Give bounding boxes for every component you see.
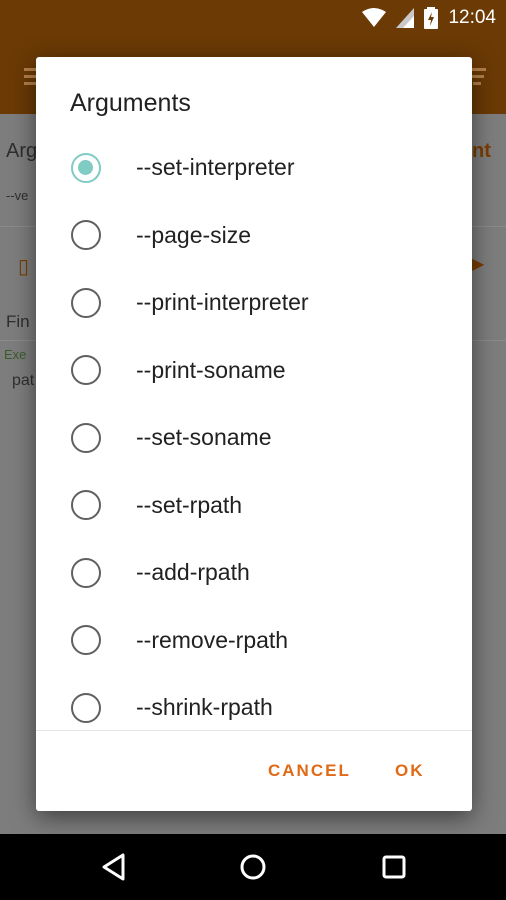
option-label: --page-size (136, 221, 252, 248)
option-label: --set-soname (136, 424, 272, 451)
status-time: 12:04 (448, 7, 496, 28)
wifi-icon (362, 8, 387, 27)
option-add-rpath[interactable]: --add-rpath (36, 539, 472, 607)
bg-label: Arg (6, 140, 38, 162)
signal-icon (396, 8, 415, 28)
option-label: --add-rpath (136, 559, 250, 586)
bg-play-icon: ▶ (472, 256, 485, 273)
option-print-interpreter[interactable]: --print-interpreter (36, 269, 472, 337)
home-icon[interactable] (238, 852, 268, 882)
bg-label: Exe (4, 347, 27, 362)
option-label: --set-interpreter (136, 154, 295, 181)
radio-unchecked-icon[interactable] (71, 422, 101, 453)
option-shrink-rpath[interactable]: --shrink-rpath (36, 674, 472, 730)
option-print-soname[interactable]: --print-soname (36, 337, 472, 405)
ok-button[interactable]: OK (395, 761, 425, 781)
option-label: --print-soname (136, 356, 286, 383)
radio-unchecked-icon[interactable] (71, 625, 101, 656)
menu-icon[interactable] (24, 68, 36, 85)
option-set-soname[interactable]: --set-soname (36, 404, 472, 472)
options-list[interactable]: --set-interpreter --page-size --print-in… (36, 134, 472, 730)
option-set-rpath[interactable]: --set-rpath (36, 472, 472, 540)
radio-checked-icon[interactable] (71, 152, 101, 183)
option-label: --print-interpreter (136, 289, 309, 316)
bg-label: --ve (6, 188, 29, 203)
radio-unchecked-icon[interactable] (71, 220, 101, 251)
bg-label: Fin (6, 312, 30, 331)
radio-unchecked-icon[interactable] (71, 287, 101, 318)
recents-icon[interactable] (379, 852, 409, 882)
bg-accent-text: nt (472, 140, 491, 162)
option-label: --set-rpath (136, 491, 243, 518)
option-label: --remove-rpath (136, 626, 289, 653)
bg-label: pat (12, 372, 35, 389)
arguments-dialog: Arguments --set-interpreter --page-size … (36, 57, 472, 811)
option-page-size[interactable]: --page-size (36, 202, 472, 270)
dialog-title: Arguments (70, 89, 191, 117)
radio-unchecked-icon[interactable] (71, 355, 101, 386)
dialog-actions: CANCEL OK (36, 731, 472, 811)
option-label: --shrink-rpath (136, 694, 273, 721)
radio-unchecked-icon[interactable] (71, 557, 101, 588)
option-set-interpreter[interactable]: --set-interpreter (36, 134, 472, 202)
radio-unchecked-icon[interactable] (71, 490, 101, 521)
radio-unchecked-icon[interactable] (71, 692, 101, 723)
option-remove-rpath[interactable]: --remove-rpath (36, 607, 472, 675)
cancel-button[interactable]: CANCEL (268, 761, 351, 781)
navigation-bar (0, 834, 506, 900)
status-icons: 12:04 (362, 7, 496, 29)
bg-file-icon: ▯ (18, 256, 30, 278)
status-bar: 12:04 (0, 0, 506, 38)
battery-charging-icon (424, 7, 439, 29)
back-icon[interactable] (99, 852, 129, 882)
